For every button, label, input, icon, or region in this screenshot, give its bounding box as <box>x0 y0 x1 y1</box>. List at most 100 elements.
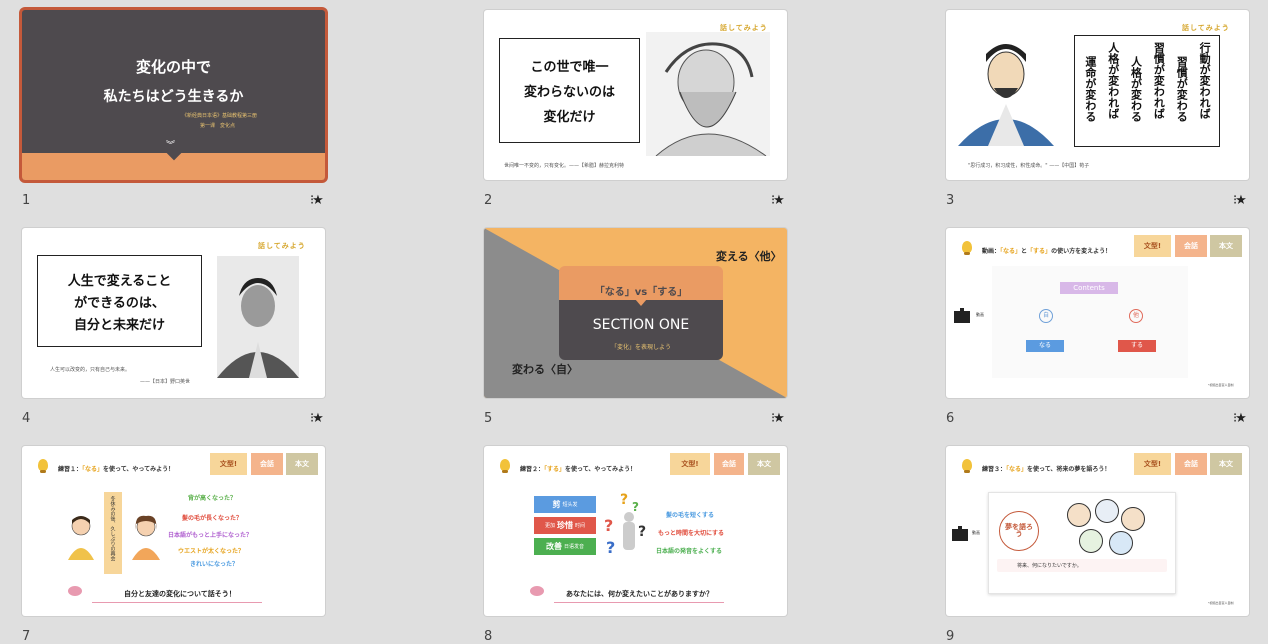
tab-bunkei[interactable]: 文型! <box>1134 453 1171 475</box>
header-highlight: 「なる」 <box>1000 248 1022 255</box>
quote-line: 変わらないのは <box>523 85 615 100</box>
practice-line-3: 日本語の発音をよくする <box>656 548 723 555</box>
chip-improve: 改善 日语发音 <box>534 538 596 555</box>
card-pointer <box>635 299 647 306</box>
vertical-text-box: 行動が変われば 習慣が変わる 習慣が変われば 人格が変わる 人格が変われば 運命… <box>1074 35 1220 147</box>
star-icon[interactable]: ⁝★ <box>771 193 785 208</box>
slide-thumbnail-2[interactable]: 話してみよう この世で唯一 変わらないのは 変化だけ 世间唯一不变的，只有变化。… <box>484 10 787 180</box>
slide-thumbnail-7[interactable]: 練習１：「なる」を使って、やってみよう！ 文型! 会話 本文 冬休みの後、久しぶ… <box>22 446 325 616</box>
slide-number-7: 7 <box>22 629 31 644</box>
slide-number-5: 5 <box>484 411 493 426</box>
dream-cloud-illustration <box>1059 499 1149 557</box>
slide-thumbnail-1[interactable]: 変化の中で 私たちはどう生きるか 《新经典日本语》基础教程第三册 第一课 変化点… <box>22 10 325 180</box>
flower-icon <box>530 586 544 596</box>
double-chevron-icon: ︾ <box>166 141 176 151</box>
header-highlight: 「なる」 <box>82 466 104 473</box>
slide-header: 練習１：「なる」を使って、やってみよう！ <box>58 464 174 473</box>
tab-kaiwa[interactable]: 会話 <box>1175 235 1207 257</box>
bottom-prompt: あなたには、何か変えたいことがありますか？ <box>566 590 713 598</box>
slide-number-9: 9 <box>946 629 955 644</box>
slide-number-4: 4 <box>22 411 31 426</box>
tab-kaiwa[interactable]: 会話 <box>1175 453 1207 475</box>
portrait-image <box>217 256 299 378</box>
card-title: SECTION ONE <box>592 317 690 333</box>
banner-text: 冬休みの後、久しぶりの再会 <box>109 496 116 561</box>
card-subtitle: 「変化」を表現しよう <box>610 344 671 351</box>
slide-title-line2: 私たちはどう生きるか <box>103 89 244 105</box>
practice-line-3: 日本語がもっと上手になった？ <box>168 532 253 539</box>
star-icon[interactable]: ⁝★ <box>771 411 785 426</box>
label-kawaru: 変わる〈自〉 <box>512 363 578 376</box>
header-suffix: を使って、将来の夢を語ろう！ <box>1027 466 1111 473</box>
practice-line-2: 髪の毛が長くなった？ <box>182 515 243 522</box>
quote-line: 変化だけ <box>543 110 596 125</box>
person-illustration <box>132 515 160 560</box>
chip-sub: 日语发音 <box>563 544 584 550</box>
slide-thumbnail-6[interactable]: 動画：「なる」と「する」の使い方を変えよう！ 文型! 会話 本文 動画 Cont… <box>946 228 1249 398</box>
chip-sub: 更加 <box>544 523 555 529</box>
slide-caption: 人生可以改变的，只有自己与未来。 <box>50 367 131 373</box>
tab-bunkei[interactable]: 文型! <box>210 453 247 475</box>
header-suffix: の使い方を変えよう！ <box>1051 248 1112 255</box>
tab-kaiwa[interactable]: 会話 <box>251 453 283 475</box>
slide-number-2: 2 <box>484 193 493 208</box>
quote-line: 人生で変えること <box>67 273 172 289</box>
slide-caption: 世间唯一不变的，只有变化。——【希腊】赫拉克利特 <box>504 163 625 169</box>
vertical-line: 習慣が変わる <box>1175 56 1189 122</box>
star-icon[interactable]: ⁝★ <box>310 411 324 426</box>
bottom-underline <box>92 602 262 603</box>
tadoushi-circle: 他 <box>1129 309 1143 323</box>
slide-thumbnail-9[interactable]: 練習３：「なる」を使って、将来の夢を語ろう！ 文型! 会話 本文 動画 夢を語ろ… <box>946 446 1249 616</box>
star-icon[interactable]: ⁝★ <box>1233 411 1247 426</box>
flower-icon <box>68 586 82 596</box>
slide-number-6: 6 <box>946 411 955 426</box>
star-icon[interactable]: ⁝★ <box>1233 193 1247 208</box>
slide-header: 動画：「なる」と「する」の使い方を変えよう！ <box>982 246 1111 255</box>
dream-badge: 夢を語ろう <box>999 511 1039 551</box>
tab-honbun[interactable]: 本文 <box>748 453 780 475</box>
header-prefix: 練習３： <box>982 466 1007 473</box>
slide-thumbnail-4[interactable]: 話してみよう 人生で変えること ができるのは、 自分と未来だけ 人生可以改变的，… <box>22 228 325 398</box>
quote-box: この世で唯一 変わらないのは 変化だけ <box>499 38 640 143</box>
bottom-underline <box>554 602 724 603</box>
quote-line: ができるのは、 <box>74 295 165 311</box>
slide-thumbnail-3[interactable]: 話してみよう 行動が変われば 習慣が変わる 習慣が変われば 人格が変わる 人格が… <box>946 10 1249 180</box>
chip-value-time: 更加 珍惜 时间 <box>534 517 596 534</box>
chick-icon <box>962 241 972 255</box>
slide-thumbnail-5[interactable]: 変える〈他〉 変わる〈自〉 「なる」vs「する」 SECTION ONE 「変化… <box>484 228 787 398</box>
clap-label: 動画 <box>972 530 980 535</box>
vertical-line: 人格が変われば <box>1106 42 1120 119</box>
question-marks-illustration: ? ? ? ? ? <box>604 492 647 557</box>
chip-main: 改善 <box>545 542 562 551</box>
header-suffix: を使って、やってみよう！ <box>103 466 175 473</box>
chip-sub: 时间 <box>575 523 586 529</box>
naru-button: なる <box>1026 340 1064 352</box>
slide-header: 練習２：「する」を使って、やってみよう！ <box>520 464 636 473</box>
slide-subtitle-1: 《新经典日本语》基础教程第三册 <box>182 113 258 119</box>
tab-kaiwa[interactable]: 会話 <box>714 453 744 475</box>
chick-icon <box>38 459 48 473</box>
tab-bunkei[interactable]: 文型! <box>1134 235 1171 257</box>
video-frame: Contents 自 他 なる する <box>992 266 1188 378</box>
contents-pill: Contents <box>1060 282 1118 294</box>
slide-number-8: 8 <box>484 629 493 644</box>
slide-thumbnail-8[interactable]: 練習２：「する」を使って、やってみよう！ 文型! 会話 本文 剪短头发 更加 珍惜… <box>484 446 787 616</box>
clapperboard-icon <box>952 526 968 541</box>
slide-subtitle-2: 第一课 変化点 <box>200 123 236 129</box>
suru-button: する <box>1118 340 1156 352</box>
bottom-prompt: 自分と友達の変化について話そう！ <box>124 590 236 598</box>
portrait-image <box>646 32 770 156</box>
chip-main: 剪 <box>552 500 561 509</box>
tab-bunkei[interactable]: 文型! <box>670 453 710 475</box>
tab-honbun[interactable]: 本文 <box>286 453 318 475</box>
header-prefix: 練習２： <box>520 466 545 473</box>
tab-honbun[interactable]: 本文 <box>1210 235 1242 257</box>
video-frame: 夢を語ろう 将来、何になりたいですか。 <box>988 492 1176 594</box>
star-icon[interactable]: ⁝★ <box>310 193 324 208</box>
practice-line-4: ウエストが太くなった？ <box>178 548 245 555</box>
quote-line: 自分と未来だけ <box>73 317 165 333</box>
tab-honbun[interactable]: 本文 <box>1210 453 1242 475</box>
person-illustration <box>68 516 94 560</box>
header-prefix: 練習１： <box>58 466 83 473</box>
slide-tag: 話してみよう <box>258 242 306 250</box>
